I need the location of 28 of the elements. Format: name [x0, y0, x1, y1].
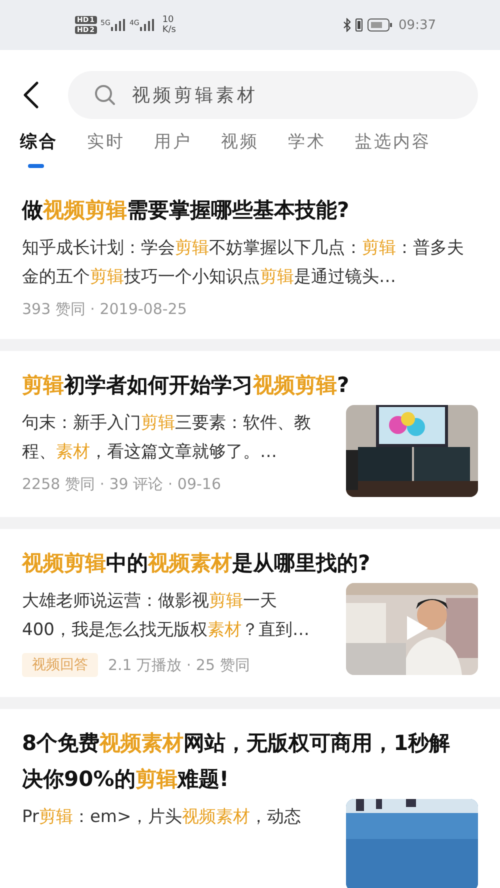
- tab[interactable]: 视频: [221, 130, 259, 168]
- result-meta: 393 赞同 · 2019-08-25: [22, 300, 187, 319]
- vibrate-icon: [354, 18, 363, 32]
- signal-icon: [140, 19, 154, 31]
- result-title[interactable]: 8个免费视频素材网站，无版权可商用，1秒解决你90%的剪辑难题!: [22, 725, 478, 797]
- search-icon: [94, 84, 116, 106]
- result-title[interactable]: 视频剪辑中的视频素材是从哪里找的?: [22, 545, 478, 581]
- result-title[interactable]: 做视频剪辑需要掌握哪些基本技能?: [22, 192, 478, 228]
- clock: 09:37: [398, 18, 436, 32]
- result-meta: 2258 赞同 · 39 评论 · 09-16: [22, 475, 221, 494]
- tab[interactable]: 实时: [87, 130, 125, 168]
- signal-icon: [111, 19, 126, 31]
- result-title[interactable]: 剪辑初学者如何开始学习视频剪辑?: [22, 367, 478, 403]
- search-field[interactable]: 视频剪辑素材: [68, 71, 478, 119]
- tab[interactable]: 盐选内容: [355, 130, 431, 168]
- result-snippet: 句末：新手入门剪辑三要素：软件、教程、素材，看这篇文章就够了。…: [22, 412, 312, 464]
- network-speed: 10 K/s: [162, 15, 176, 35]
- result-meta: 2.1 万播放 · 25 赞同: [108, 656, 250, 674]
- back-icon[interactable]: [22, 81, 40, 109]
- bluetooth-icon: [342, 18, 351, 32]
- result-snippet: Pr剪辑：em>，片头视频素材，动态: [22, 806, 302, 829]
- battery-icon: [366, 18, 393, 32]
- tag-label: 视频回答: [22, 653, 98, 677]
- tab[interactable]: 学术: [288, 130, 326, 168]
- result-snippet: 知乎成长计划：学会剪辑不妨掌握以下几点：剪辑：普多夫金的五个剪辑技巧一个小知识点剪辑是通过镜头…: [22, 237, 465, 289]
- result-snippet: 大雄老师说运营：做影视剪辑一天400，我是怎么找无版权素材？直到…: [22, 590, 310, 642]
- tab[interactable]: 综合: [20, 130, 58, 168]
- tab[interactable]: 用户: [154, 130, 192, 168]
